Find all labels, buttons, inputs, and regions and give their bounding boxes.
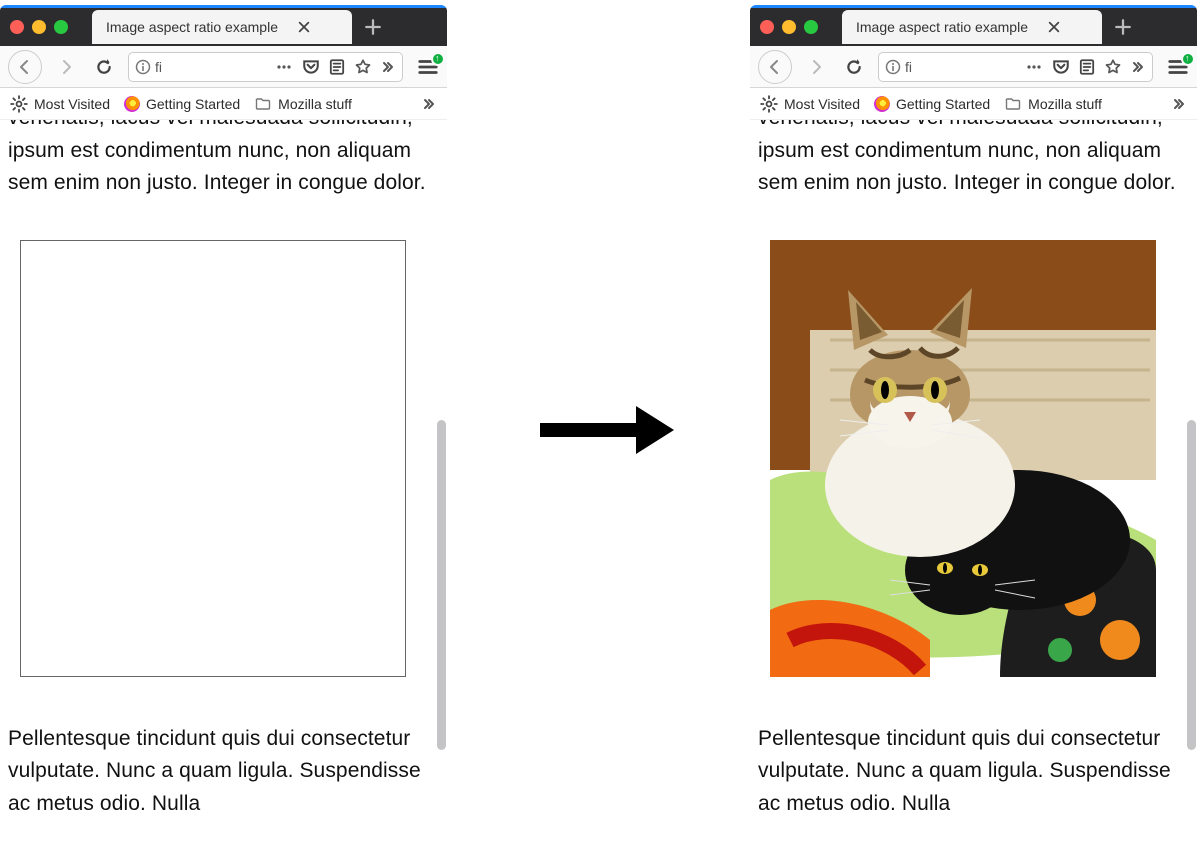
forward-button[interactable] xyxy=(52,53,80,81)
bookmark-most-visited[interactable]: Most Visited xyxy=(10,95,110,113)
info-icon[interactable] xyxy=(135,59,151,75)
back-button[interactable] xyxy=(8,50,42,84)
bookmark-mozilla-stuff[interactable]: Mozilla stuff xyxy=(1004,96,1102,112)
close-window-icon[interactable] xyxy=(760,20,774,34)
url-bar[interactable] xyxy=(878,52,1153,82)
tab-title: Image aspect ratio example xyxy=(106,19,278,35)
image-placeholder xyxy=(20,240,406,677)
bookmark-star-icon[interactable] xyxy=(354,58,372,76)
gear-icon xyxy=(760,95,778,113)
bookmark-getting-started[interactable]: Getting Started xyxy=(124,96,240,112)
new-tab-button[interactable] xyxy=(358,12,388,42)
minimize-window-icon[interactable] xyxy=(782,20,796,34)
url-input[interactable] xyxy=(155,59,185,75)
tab-strip: Image aspect ratio example xyxy=(750,8,1197,46)
forward-button[interactable] xyxy=(802,53,830,81)
minimize-window-icon[interactable] xyxy=(32,20,46,34)
tab-title: Image aspect ratio example xyxy=(856,19,1028,35)
reader-icon[interactable] xyxy=(328,58,346,76)
more-icon[interactable] xyxy=(1024,59,1044,75)
close-tab-icon[interactable] xyxy=(296,19,312,35)
bookmark-label: Mozilla stuff xyxy=(278,96,352,112)
window-controls[interactable] xyxy=(760,20,818,34)
paragraph-top: venenatis, lacus vel malesuada sollicitu… xyxy=(8,120,437,200)
scrollbar-thumb[interactable] xyxy=(1187,420,1196,750)
folder-icon xyxy=(1004,96,1022,112)
bookmark-label: Getting Started xyxy=(896,96,990,112)
new-tab-button[interactable] xyxy=(1108,12,1138,42)
page-content: venenatis, lacus vel malesuada sollicitu… xyxy=(750,120,1197,857)
gear-icon xyxy=(10,95,28,113)
window-controls[interactable] xyxy=(10,20,68,34)
bookmark-mozilla-stuff[interactable]: Mozilla stuff xyxy=(254,96,352,112)
transition-arrow-icon xyxy=(540,406,674,454)
bookmarks-toolbar: Most Visited Getting Started Mozilla stu… xyxy=(750,88,1197,120)
cats-image xyxy=(770,240,1156,677)
bookmark-most-visited[interactable]: Most Visited xyxy=(760,95,860,113)
folder-icon xyxy=(254,96,272,112)
bookmarks-overflow[interactable] xyxy=(421,96,437,112)
bookmark-label: Mozilla stuff xyxy=(1028,96,1102,112)
reader-icon[interactable] xyxy=(1078,58,1096,76)
overflow-icon[interactable] xyxy=(380,59,396,75)
maximize-window-icon[interactable] xyxy=(54,20,68,34)
paragraph-bottom: Pellentesque tincidunt quis dui consecte… xyxy=(8,723,437,821)
browser-window-before: Image aspect ratio example xyxy=(0,5,447,857)
close-tab-icon[interactable] xyxy=(1046,19,1062,35)
nav-bar xyxy=(750,46,1197,88)
bookmark-star-icon[interactable] xyxy=(1104,58,1122,76)
bookmarks-overflow[interactable] xyxy=(1171,96,1187,112)
browser-window-after: Image aspect ratio example xyxy=(750,5,1197,857)
browser-tab[interactable]: Image aspect ratio example xyxy=(842,10,1102,44)
bookmark-label: Most Visited xyxy=(784,96,860,112)
browser-tab[interactable]: Image aspect ratio example xyxy=(92,10,352,44)
more-icon[interactable] xyxy=(274,59,294,75)
overflow-icon[interactable] xyxy=(1130,59,1146,75)
page-content: venenatis, lacus vel malesuada sollicitu… xyxy=(0,120,447,857)
bookmark-getting-started[interactable]: Getting Started xyxy=(874,96,990,112)
paragraph-bottom: Pellentesque tincidunt quis dui consecte… xyxy=(758,723,1187,821)
back-button[interactable] xyxy=(758,50,792,84)
nav-bar xyxy=(0,46,447,88)
paragraph-top: venenatis, lacus vel malesuada sollicitu… xyxy=(758,120,1187,200)
reload-button[interactable] xyxy=(840,53,868,81)
bookmark-label: Getting Started xyxy=(146,96,240,112)
pocket-icon[interactable] xyxy=(1052,58,1070,76)
firefox-icon xyxy=(124,96,140,112)
bookmarks-toolbar: Most Visited Getting Started Mozilla stu… xyxy=(0,88,447,120)
maximize-window-icon[interactable] xyxy=(804,20,818,34)
reload-button[interactable] xyxy=(90,53,118,81)
app-menu-button[interactable] xyxy=(1167,56,1189,78)
close-window-icon[interactable] xyxy=(10,20,24,34)
update-badge-icon xyxy=(1181,52,1195,66)
info-icon[interactable] xyxy=(885,59,901,75)
firefox-icon xyxy=(874,96,890,112)
url-bar[interactable] xyxy=(128,52,403,82)
app-menu-button[interactable] xyxy=(417,56,439,78)
scrollbar-thumb[interactable] xyxy=(437,420,446,750)
bookmark-label: Most Visited xyxy=(34,96,110,112)
update-badge-icon xyxy=(431,52,445,66)
url-input[interactable] xyxy=(905,59,935,75)
tab-strip: Image aspect ratio example xyxy=(0,8,447,46)
pocket-icon[interactable] xyxy=(302,58,320,76)
